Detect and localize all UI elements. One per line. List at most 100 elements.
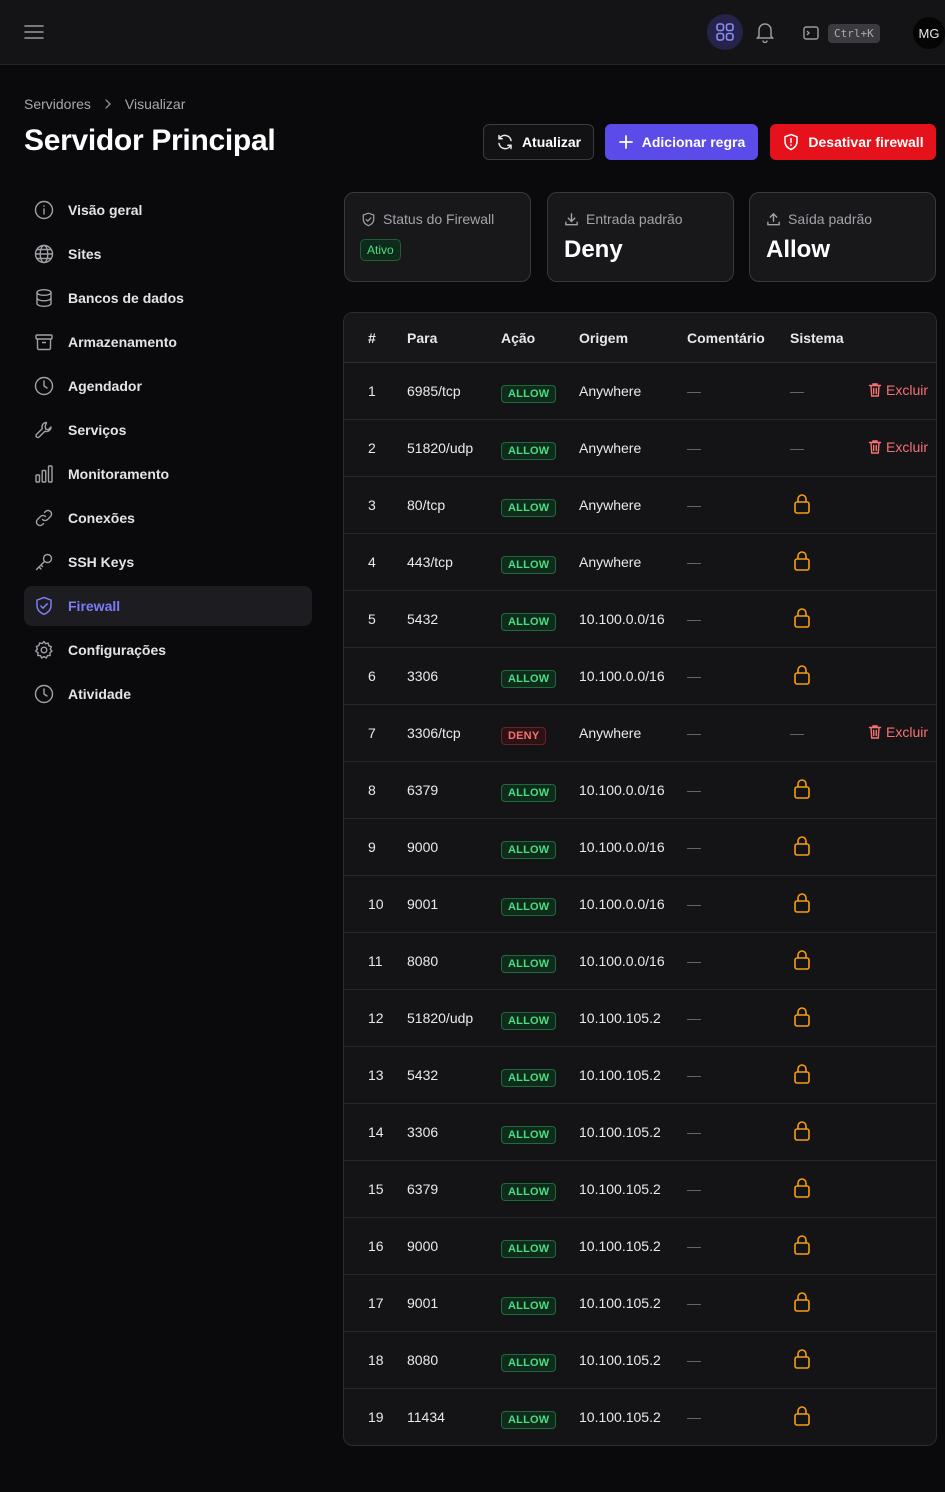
sidebar: Visão geral Sites Bancos de dados Armaze… — [24, 190, 312, 718]
rule-action: ALLOW — [501, 1182, 557, 1201]
sidebar-item-services[interactable]: Serviços — [24, 410, 312, 450]
table-row: 14 3306 ALLOW 10.100.105.2 — — [344, 1104, 936, 1161]
trash-icon — [868, 382, 882, 398]
sidebar-item-sites[interactable]: Sites — [24, 234, 312, 274]
table-row: 8 6379 ALLOW 10.100.0.0/16 — — [344, 762, 936, 819]
apps-grid-icon[interactable] — [707, 14, 743, 50]
action-badge: ALLOW — [501, 670, 557, 688]
sidebar-item-label: Conexões — [68, 510, 135, 526]
action-badge: ALLOW — [501, 442, 557, 460]
lock-icon — [793, 1234, 811, 1261]
rule-comment: — — [687, 953, 701, 969]
sidebar-item-ssh-keys[interactable]: SSH Keys — [24, 542, 312, 582]
rule-action: ALLOW — [501, 1296, 557, 1315]
rule-origin: 10.100.105.2 — [579, 1067, 661, 1083]
shield-check-icon — [362, 211, 375, 226]
refresh-icon — [498, 134, 512, 150]
sidebar-item-firewall[interactable]: Firewall — [24, 586, 312, 626]
table-row: 9 9000 ALLOW 10.100.0.0/16 — — [344, 819, 936, 876]
delete-label: Excluir — [886, 382, 929, 398]
action-badge: ALLOW — [501, 1012, 557, 1030]
sidebar-item-storage[interactable]: Armazenamento — [24, 322, 312, 362]
table-row: 18 8080 ALLOW 10.100.105.2 — — [344, 1332, 936, 1389]
plus-icon — [618, 135, 633, 149]
rule-to: 9001 — [407, 1295, 439, 1311]
archive-icon — [35, 334, 53, 351]
rule-comment: — — [687, 1124, 701, 1140]
rule-to: 6379 — [407, 782, 439, 798]
sidebar-item-settings[interactable]: Configurações — [24, 630, 312, 670]
rule-action: ALLOW — [501, 498, 557, 517]
action-badge: ALLOW — [501, 556, 557, 574]
lock-icon — [793, 835, 811, 862]
card-label-text: Entrada padrão — [586, 211, 683, 227]
rule-to: 5432 — [407, 611, 439, 627]
sidebar-item-label: SSH Keys — [68, 554, 135, 570]
delete-rule-button[interactable]: Excluir — [868, 382, 928, 398]
refresh-button[interactable]: Atualizar — [483, 124, 594, 160]
rule-to: 80/tcp — [407, 497, 446, 513]
database-icon — [36, 289, 52, 308]
refresh-label: Atualizar — [521, 134, 582, 150]
rule-action: ALLOW — [501, 1125, 557, 1144]
action-badge: ALLOW — [501, 898, 557, 916]
card-label-text: Status do Firewall — [383, 211, 495, 227]
rule-origin: 10.100.0.0/16 — [579, 839, 665, 855]
sidebar-item-monitoring[interactable]: Monitoramento — [24, 454, 312, 494]
rule-number: 3 — [368, 497, 376, 513]
rule-comment: — — [687, 1352, 701, 1368]
sidebar-item-overview[interactable]: Visão geral — [24, 190, 312, 230]
clock-icon — [34, 376, 54, 396]
table-row: 17 9001 ALLOW 10.100.105.2 — — [344, 1275, 936, 1332]
lock-icon — [793, 1120, 811, 1147]
rule-origin: 10.100.105.2 — [579, 1181, 661, 1197]
rule-system: — — [790, 725, 804, 741]
rule-origin: 10.100.0.0/16 — [579, 953, 665, 969]
table-row: 12 51820/udp ALLOW 10.100.105.2 — — [344, 990, 936, 1047]
firewall-rules-table: # Para Ação Origem Comentário Sistema 16… — [343, 312, 937, 1446]
link-icon — [35, 509, 53, 527]
breadcrumb-servers-link[interactable]: Servidores — [24, 96, 91, 112]
rule-comment: — — [687, 782, 701, 798]
delete-rule-button[interactable]: Excluir — [868, 439, 928, 455]
rule-action: ALLOW — [501, 1239, 557, 1258]
bell-icon[interactable] — [751, 18, 779, 46]
table-body: 1 6985/tcp ALLOW Anywhere — — Excluir 2 51820/ud… — [344, 363, 936, 1445]
rule-number: 8 — [368, 782, 376, 798]
column-header-action: Ação — [501, 330, 536, 346]
lock-icon — [793, 949, 811, 976]
rule-comment: — — [687, 1238, 701, 1254]
avatar[interactable]: MG — [913, 17, 945, 49]
rule-action: ALLOW — [501, 669, 557, 688]
rule-to: 9000 — [407, 839, 439, 855]
disable-firewall-button[interactable]: Desativar firewall — [770, 124, 936, 160]
rule-action: ALLOW — [501, 954, 557, 973]
rule-origin: Anywhere — [579, 725, 642, 741]
table-row: 4 443/tcp ALLOW Anywhere — — [344, 534, 936, 591]
sidebar-item-databases[interactable]: Bancos de dados — [24, 278, 312, 318]
column-header-comment: Comentário — [687, 330, 765, 346]
rule-number: 6 — [368, 668, 376, 684]
rule-comment: — — [687, 725, 701, 741]
rule-to: 11434 — [407, 1409, 445, 1425]
sidebar-item-label: Firewall — [68, 598, 121, 614]
rule-origin: 10.100.105.2 — [579, 1352, 661, 1368]
sidebar-item-connections[interactable]: Conexões — [24, 498, 312, 538]
rule-origin: 10.100.0.0/16 — [579, 896, 665, 912]
command-palette-button[interactable]: Ctrl+K — [803, 22, 880, 44]
column-header-system: Sistema — [790, 330, 844, 346]
rule-origin: 10.100.105.2 — [579, 1409, 661, 1425]
trash-icon — [868, 439, 882, 455]
rule-number: 4 — [368, 554, 376, 570]
rule-number: 16 — [368, 1238, 384, 1254]
delete-rule-button[interactable]: Excluir — [868, 724, 928, 740]
action-badge: ALLOW — [501, 1126, 557, 1144]
rule-comment: — — [687, 896, 701, 912]
add-rule-button[interactable]: Adicionar regra — [605, 124, 758, 160]
hamburger-menu-icon[interactable] — [20, 20, 48, 44]
sidebar-item-activity[interactable]: Atividade — [24, 674, 312, 714]
lock-icon — [793, 892, 811, 919]
sidebar-item-scheduler[interactable]: Agendador — [24, 366, 312, 406]
breadcrumb: Servidores Visualizar — [24, 96, 185, 112]
rule-to: 6379 — [407, 1181, 439, 1197]
